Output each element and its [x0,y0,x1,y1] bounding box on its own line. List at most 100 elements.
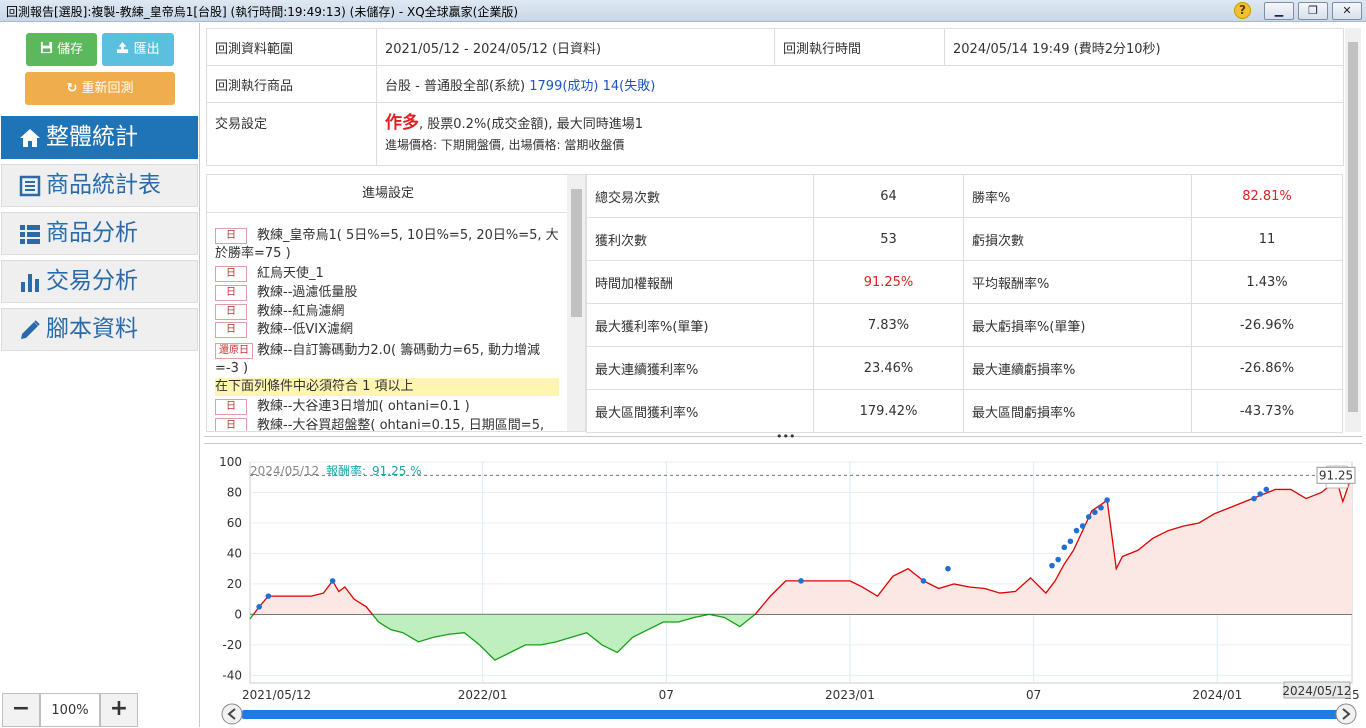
condition-text: 教練_皇帝烏1( 5日%=5, 10日%=5, 20日%=5, 大於勝率=75 … [215,228,559,261]
export-label: 匯出 [133,42,160,57]
title-bar: 回測報告[選股]:複製-教練_皇帝烏1[台股] (執行時間:19:49:13) … [0,0,1366,22]
trade-marker [256,603,262,610]
nav-label: 腳本資料 [46,316,138,342]
condition-item: 日教練--紅烏濾網 [215,303,560,321]
trade-marker [1079,523,1086,529]
x-tick-label: 07 [1026,688,1041,702]
product-success-link[interactable]: 1799(成功) [529,79,598,94]
condition-item: 日教練_皇帝烏1( 5日%=5, 10日%=5, 20日%=5, 大於勝率=75… [215,227,560,263]
floppy-icon [40,41,52,54]
entry-scrollbar[interactable] [567,175,585,431]
stat-value: 82.81% [1191,174,1343,218]
cursor-date-label: 2024/05/12 [1282,684,1351,698]
condition-item: 日教練--大谷買超盤整( ohtani=0.15, 日期區間=5, [215,417,560,432]
product-fail-link[interactable]: 14(失敗) [603,79,656,94]
time-value: 2024/05/14 19:49 (費時2分10秒) [944,28,1344,66]
help-icon[interactable]: ? [1234,2,1251,19]
stat-label: 總交易次數 [586,174,814,218]
condition-tag: 日 [215,418,247,431]
stat-label: 最大連續虧損率% [963,346,1192,390]
stats-row: 最大區間獲利率% 179.42% 最大區間虧損率% -43.73% [586,389,1343,433]
condition-text: 教練--大谷買超盤整( ohtani=0.15, 日期區間=5, [257,418,545,432]
cursor-date-tag: 2024/05/12 [1282,681,1352,699]
condition-item: 日教練--過濾低量股 [215,284,560,302]
nav-item-product-table[interactable]: 商品統計表 [1,164,198,207]
stats-scrollbar[interactable] [1345,28,1361,432]
nav-item-script[interactable]: 腳本資料 [1,308,198,351]
y-tick-label: 0 [234,607,242,621]
zoom-value: 100% [40,693,100,727]
list-icon [20,225,40,244]
scroll-left-button[interactable] [221,703,243,725]
stat-label: 平均報酬率% [963,260,1192,304]
scroll-thumb[interactable] [1348,42,1358,412]
stat-label: 時間加權報酬 [586,260,814,304]
trade-marker [945,565,951,572]
table-icon [19,175,41,197]
x-tick-label: 2024/01 [1192,688,1242,702]
stat-value: -26.86% [1191,346,1343,390]
trade-marker [1049,562,1055,569]
save-label: 儲存 [57,42,84,57]
trade-line-2: 進場價格: 下期開盤價, 出場價格: 當期收盤價 [385,138,625,152]
chart-scrollbar[interactable] [221,703,1357,725]
condition-text: 教練--過濾低量股 [257,285,358,300]
zoom-bar: − 100% + [0,693,140,727]
trade-marker [1085,514,1092,520]
condition-tag: 日 [215,399,247,415]
trade-marker [1263,486,1270,493]
condition-text: 教練--紅烏濾網 [257,304,345,319]
rerun-label: 重新回測 [81,81,134,96]
stats-row: 最大獲利率%(單筆) 7.83% 最大虧損率%(單筆) -26.96% [586,303,1343,347]
splitter-grip[interactable]: ••• [776,430,795,443]
zoom-in-button[interactable]: + [100,693,138,727]
sidebar: 儲存 匯出 ↻ 重新回測 整體統計 商品統計表 商品分析 交易分析 腳本資料 [0,23,200,727]
condition-item: 日教練--大谷連3日增加( ohtani=0.1 ) [215,398,560,416]
legend-label: 報酬率: [326,463,366,478]
stat-label: 虧損次數 [963,217,1192,261]
refresh-icon: ↻ [66,81,78,96]
time-label: 回測執行時間 [774,28,945,66]
stat-value: 23.46% [813,346,964,390]
condition-text: 教練--低VIX濾網 [257,322,354,337]
legend-date: 2024/05/12 [250,464,319,478]
nav-item-overall[interactable]: 整體統計 [1,116,198,159]
export-icon [117,41,129,54]
scrollbar-track[interactable] [242,710,1338,719]
y-tick-label: 100 [219,455,242,469]
pencil-icon [21,320,40,339]
y-tick-label: 20 [227,577,242,591]
y-tick-label: -40 [222,668,242,682]
panel-splitter[interactable]: ••• [204,430,1362,444]
trade-marker [1257,491,1263,497]
trade-marker [1067,538,1074,545]
scroll-thumb[interactable] [571,189,582,317]
stats-row: 總交易次數 64 勝率% 82.81% [586,174,1343,218]
stat-label: 最大區間獲利率% [586,389,814,433]
nav-label: 整體統計 [46,124,138,150]
condition-text: 教練--大谷連3日增加( ohtani=0.1 ) [257,399,470,414]
trade-marker [1098,504,1104,511]
trade-marker [1061,544,1068,551]
save-button[interactable]: 儲存 [26,33,97,66]
export-button[interactable]: 匯出 [102,33,174,66]
zoom-out-button[interactable]: − [2,693,40,727]
trade-marker [1251,495,1257,502]
stat-value: 64 [813,174,964,218]
stat-value: 1.43% [1191,260,1343,304]
stats-row: 獲利次數 53 虧損次數 11 [586,217,1343,261]
nav-item-product-analysis[interactable]: 商品分析 [1,212,198,255]
entry-settings-panel: 進場設定 日教練_皇帝烏1( 5日%=5, 10日%=5, 20日%=5, 大於… [206,174,586,432]
trade-marker [265,593,272,599]
restore-button[interactable]: ❐ [1298,2,1328,20]
scroll-right-button[interactable] [1335,703,1357,725]
condition-text: 紅烏天使_1 [257,266,324,281]
trade-direction: 作多 [385,113,419,133]
nav-item-trade-analysis[interactable]: 交易分析 [1,260,198,303]
rerun-button[interactable]: ↻ 重新回測 [25,72,175,105]
condition-tag: 日 [215,304,247,320]
trade-marker [1073,527,1080,534]
close-button[interactable]: ✕ [1332,2,1362,20]
minimize-button[interactable]: ▁ [1264,2,1294,20]
nav-label: 交易分析 [46,268,138,294]
